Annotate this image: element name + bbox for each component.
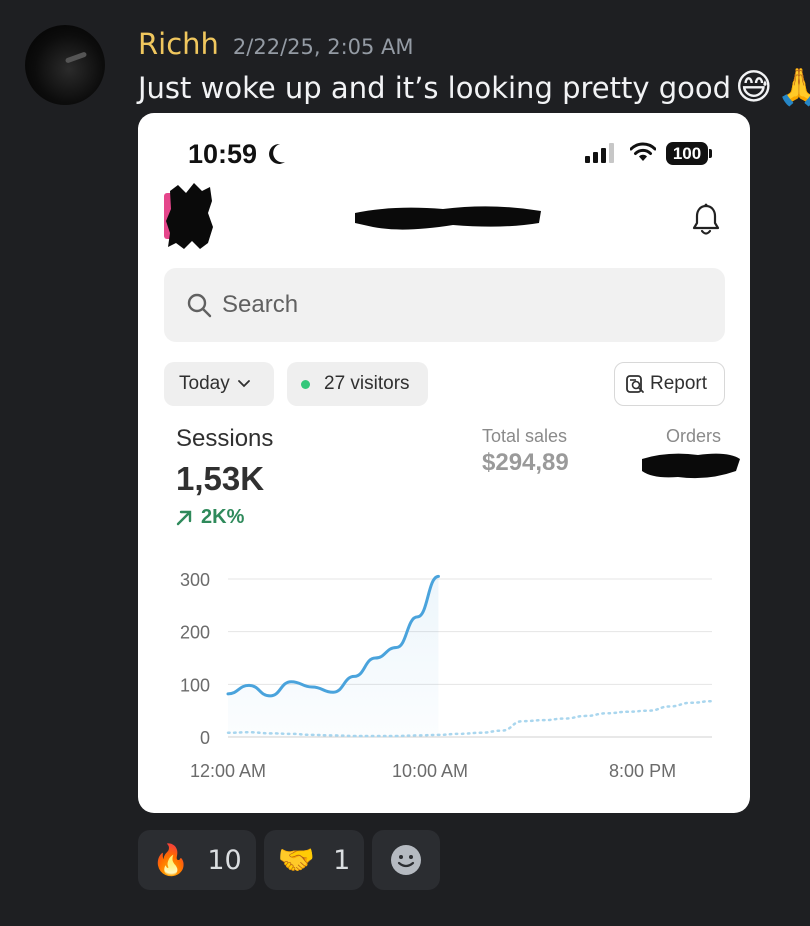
period-label: Today [179, 373, 230, 394]
reaction-fire[interactable]: 🔥 10 [138, 830, 256, 890]
y-tick-label: 0 [200, 728, 210, 748]
x-tick-label: 10:00 AM [392, 761, 468, 781]
attachment-image[interactable]: 10:59 100 Search Today 27 visitors Repor… [138, 113, 750, 813]
bell-icon[interactable] [691, 203, 721, 237]
search-placeholder: Search [222, 291, 299, 318]
add-reaction-icon [391, 845, 422, 875]
add-reaction-button[interactable] [372, 830, 441, 890]
sessions-change-value: 2K% [201, 506, 245, 528]
total-sales-value: $294,89 [482, 449, 569, 476]
y-tick-label: 100 [180, 675, 210, 695]
arrow-up-right-icon [176, 510, 192, 526]
sessions-change: 2K% [176, 506, 244, 529]
visitors-label: 27 visitors [324, 373, 410, 394]
report-button[interactable]: Report [614, 362, 725, 406]
emoji-sweat-smile: 😅 [735, 67, 773, 108]
emoji-pray: 🙏 [776, 67, 810, 108]
live-dot-icon [301, 379, 310, 389]
wifi-icon [630, 142, 656, 161]
battery-cap [709, 149, 712, 158]
redacted-orders-value [642, 453, 740, 479]
sessions-chart[interactable]: 0 100 200 300 12:00 AM 10:00 AM 8:00 PM [138, 553, 750, 793]
redacted-store-name [355, 206, 541, 230]
handshake-emoji: 🤝 [277, 842, 316, 878]
total-sales-label[interactable]: Total sales [482, 426, 567, 447]
reactions-bar: 🔥 10 🤝 1 [138, 830, 441, 890]
fire-emoji: 🔥 [152, 842, 190, 878]
message-header: Richh 2/22/25, 2:05 AM [138, 27, 414, 61]
moon-icon [269, 143, 285, 164]
timestamp: 2/22/25, 2:05 AM [232, 35, 414, 59]
y-tick-label: 300 [180, 570, 210, 590]
report-icon [626, 375, 644, 393]
reaction-handshake[interactable]: 🤝 1 [263, 830, 365, 890]
y-tick-label: 200 [180, 623, 210, 643]
sessions-label: Sessions [176, 425, 274, 452]
x-tick-label: 12:00 AM [190, 761, 266, 781]
live-visitors-chip[interactable]: 27 visitors [287, 362, 428, 406]
orders-label[interactable]: Orders [666, 426, 721, 447]
reaction-count: 1 [333, 844, 351, 876]
message-body: Just woke up and it’s looking pretty goo… [138, 71, 732, 105]
avatar[interactable] [25, 25, 105, 105]
x-tick-label: 8:00 PM [609, 761, 676, 781]
username[interactable]: Richh [138, 27, 219, 61]
message-text: Just woke up and it’s looking pretty goo… [138, 68, 810, 108]
search-icon [187, 293, 212, 318]
reaction-count: 10 [207, 844, 242, 876]
redacted-logo [164, 183, 213, 249]
battery-level: 100 [666, 142, 708, 165]
period-dropdown[interactable]: Today [164, 362, 274, 406]
signal-icon [585, 143, 614, 163]
sessions-value: 1,53K [176, 460, 265, 497]
report-label: Report [650, 373, 708, 394]
chevron-down-icon [237, 380, 250, 388]
series-current-area [228, 576, 439, 737]
status-time: 10:59 [188, 139, 258, 169]
search-input[interactable]: Search [164, 268, 725, 342]
